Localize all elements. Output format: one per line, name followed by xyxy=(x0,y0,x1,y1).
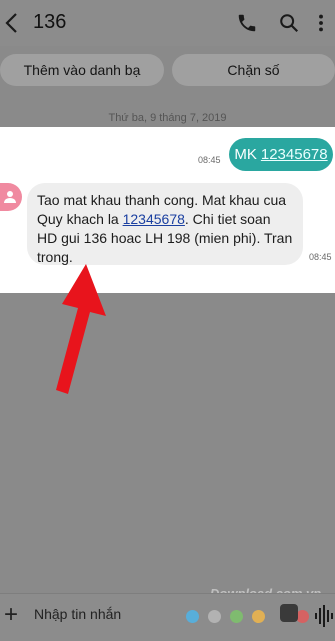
more-vertical-icon[interactable] xyxy=(310,12,332,34)
received-message-bubble[interactable]: Tao mat khau thanh cong. Mat khau cua Qu… xyxy=(27,183,303,265)
voice-wave-icon[interactable] xyxy=(314,603,334,629)
add-to-contacts-button[interactable]: Thêm vào danh bạ xyxy=(0,54,164,86)
sent-message-bubble[interactable]: MK 12345678 xyxy=(229,138,333,171)
person-icon xyxy=(4,191,16,203)
received-password-link[interactable]: 12345678 xyxy=(123,211,185,227)
add-attachment-icon[interactable]: + xyxy=(4,603,18,627)
back-chevron-icon[interactable] xyxy=(2,9,22,37)
app-bar: 136 xyxy=(0,0,335,46)
color-dot-icon xyxy=(208,610,221,623)
contact-avatar[interactable] xyxy=(0,183,22,211)
conversation-title: 136 xyxy=(33,11,67,33)
date-separator: Thứ ba, 9 tháng 7, 2019 xyxy=(108,112,227,124)
color-dot-icon xyxy=(230,610,243,623)
message-input[interactable]: Nhập tin nhắn xyxy=(34,606,121,622)
sent-message-number-link[interactable]: 12345678 xyxy=(261,146,328,163)
phone-icon[interactable] xyxy=(236,12,258,34)
received-time: 08:45 xyxy=(309,252,332,262)
composer-bar: + Nhập tin nhắn xyxy=(0,593,335,641)
red-arrow-annotation xyxy=(56,264,106,394)
color-dot-icon xyxy=(186,610,199,623)
color-dot-icon xyxy=(252,610,265,623)
sent-time: 08:45 xyxy=(198,155,221,165)
sent-message-prefix: MK xyxy=(234,146,257,163)
search-icon[interactable] xyxy=(278,12,300,34)
block-number-button[interactable]: Chặn số xyxy=(172,54,335,86)
sticker-icon[interactable] xyxy=(280,604,298,622)
